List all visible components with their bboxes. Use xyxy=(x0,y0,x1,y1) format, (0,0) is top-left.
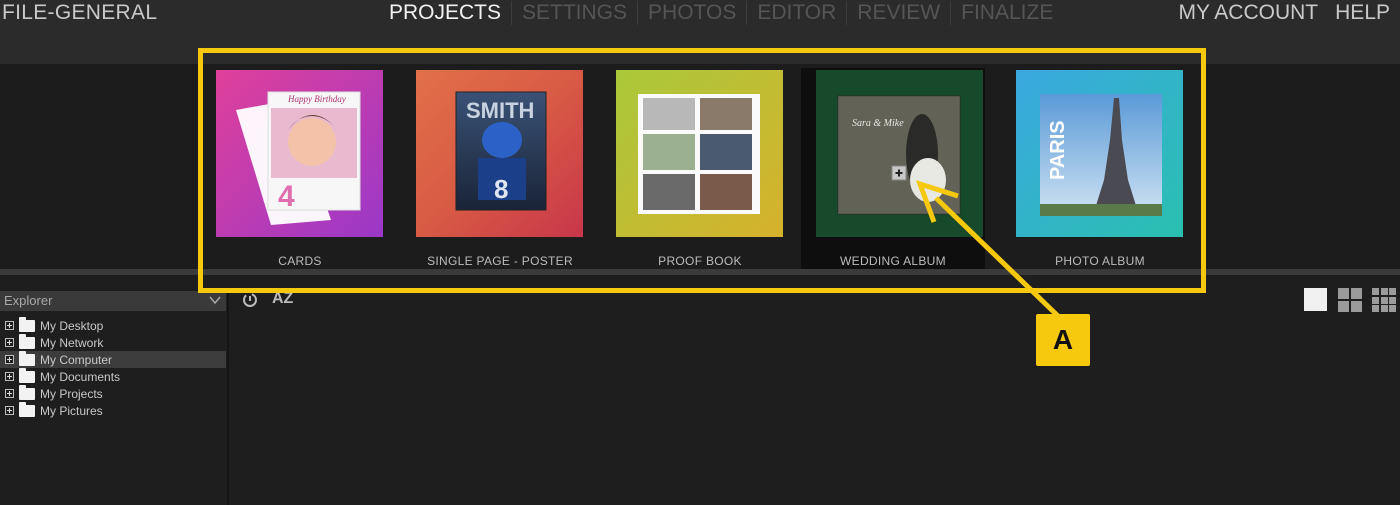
tree-item-my-network[interactable]: My Network xyxy=(0,333,226,351)
tab-editor[interactable]: EDITOR xyxy=(746,1,846,25)
folder-icon xyxy=(19,367,35,383)
expand-icon[interactable] xyxy=(5,355,14,364)
tree-item-label: My Projects xyxy=(40,386,103,401)
explorer-tree: My Desktop My Network My Computer My Doc… xyxy=(0,316,226,419)
sort-by-date-icon[interactable] xyxy=(241,291,259,309)
tab-review[interactable]: REVIEW xyxy=(846,1,950,25)
explorer-title: Explorer xyxy=(4,293,53,308)
pointer-arrow-icon xyxy=(915,180,1060,318)
expand-icon[interactable] xyxy=(5,321,14,330)
expand-icon[interactable] xyxy=(5,338,14,347)
folder-icon xyxy=(19,350,35,366)
tree-item-my-projects[interactable]: My Projects xyxy=(0,384,226,402)
tree-item-label: My Desktop xyxy=(40,318,104,333)
tree-item-label: My Pictures xyxy=(40,403,103,418)
tree-item-label: My Computer xyxy=(40,352,113,367)
folder-icon xyxy=(19,316,35,332)
tree-item-label: My Network xyxy=(40,335,104,350)
main-tabs: PROJECTS SETTINGS PHOTOS EDITOR REVIEW F… xyxy=(389,1,1063,25)
folder-icon xyxy=(19,333,35,349)
tab-settings[interactable]: SETTINGS xyxy=(511,1,637,25)
folder-icon xyxy=(19,401,35,417)
expand-icon[interactable] xyxy=(5,389,14,398)
account-nav: MY ACCOUNT HELP xyxy=(1179,1,1400,25)
callout-label: A xyxy=(1036,314,1090,366)
tree-item-my-desktop[interactable]: My Desktop xyxy=(0,316,226,334)
tree-item-my-computer[interactable]: My Computer xyxy=(0,350,226,368)
chevron-down-icon[interactable] xyxy=(208,293,222,307)
explorer-panel: Explorer My Desktop My Network My Comput… xyxy=(0,291,226,505)
folder-icon xyxy=(19,384,35,400)
my-account-link[interactable]: MY ACCOUNT xyxy=(1179,1,1319,25)
tab-projects[interactable]: PROJECTS xyxy=(389,1,511,25)
tree-item-my-documents[interactable]: My Documents xyxy=(0,367,226,385)
explorer-header[interactable]: Explorer xyxy=(0,291,226,311)
help-link[interactable]: HELP xyxy=(1335,1,1390,25)
view-grid-9-icon[interactable] xyxy=(1372,288,1396,312)
view-grid-4-icon[interactable] xyxy=(1338,288,1362,312)
view-single-icon[interactable] xyxy=(1304,288,1327,311)
tab-photos[interactable]: PHOTOS xyxy=(637,1,746,25)
tree-item-my-pictures[interactable]: My Pictures xyxy=(0,401,226,419)
brand-title: FILE-GENERAL xyxy=(2,1,158,24)
expand-icon[interactable] xyxy=(5,406,14,415)
tab-finalize[interactable]: FINALIZE xyxy=(950,1,1063,25)
panel-divider[interactable] xyxy=(227,291,229,505)
tree-item-label: My Documents xyxy=(40,369,121,384)
expand-icon[interactable] xyxy=(5,372,14,381)
